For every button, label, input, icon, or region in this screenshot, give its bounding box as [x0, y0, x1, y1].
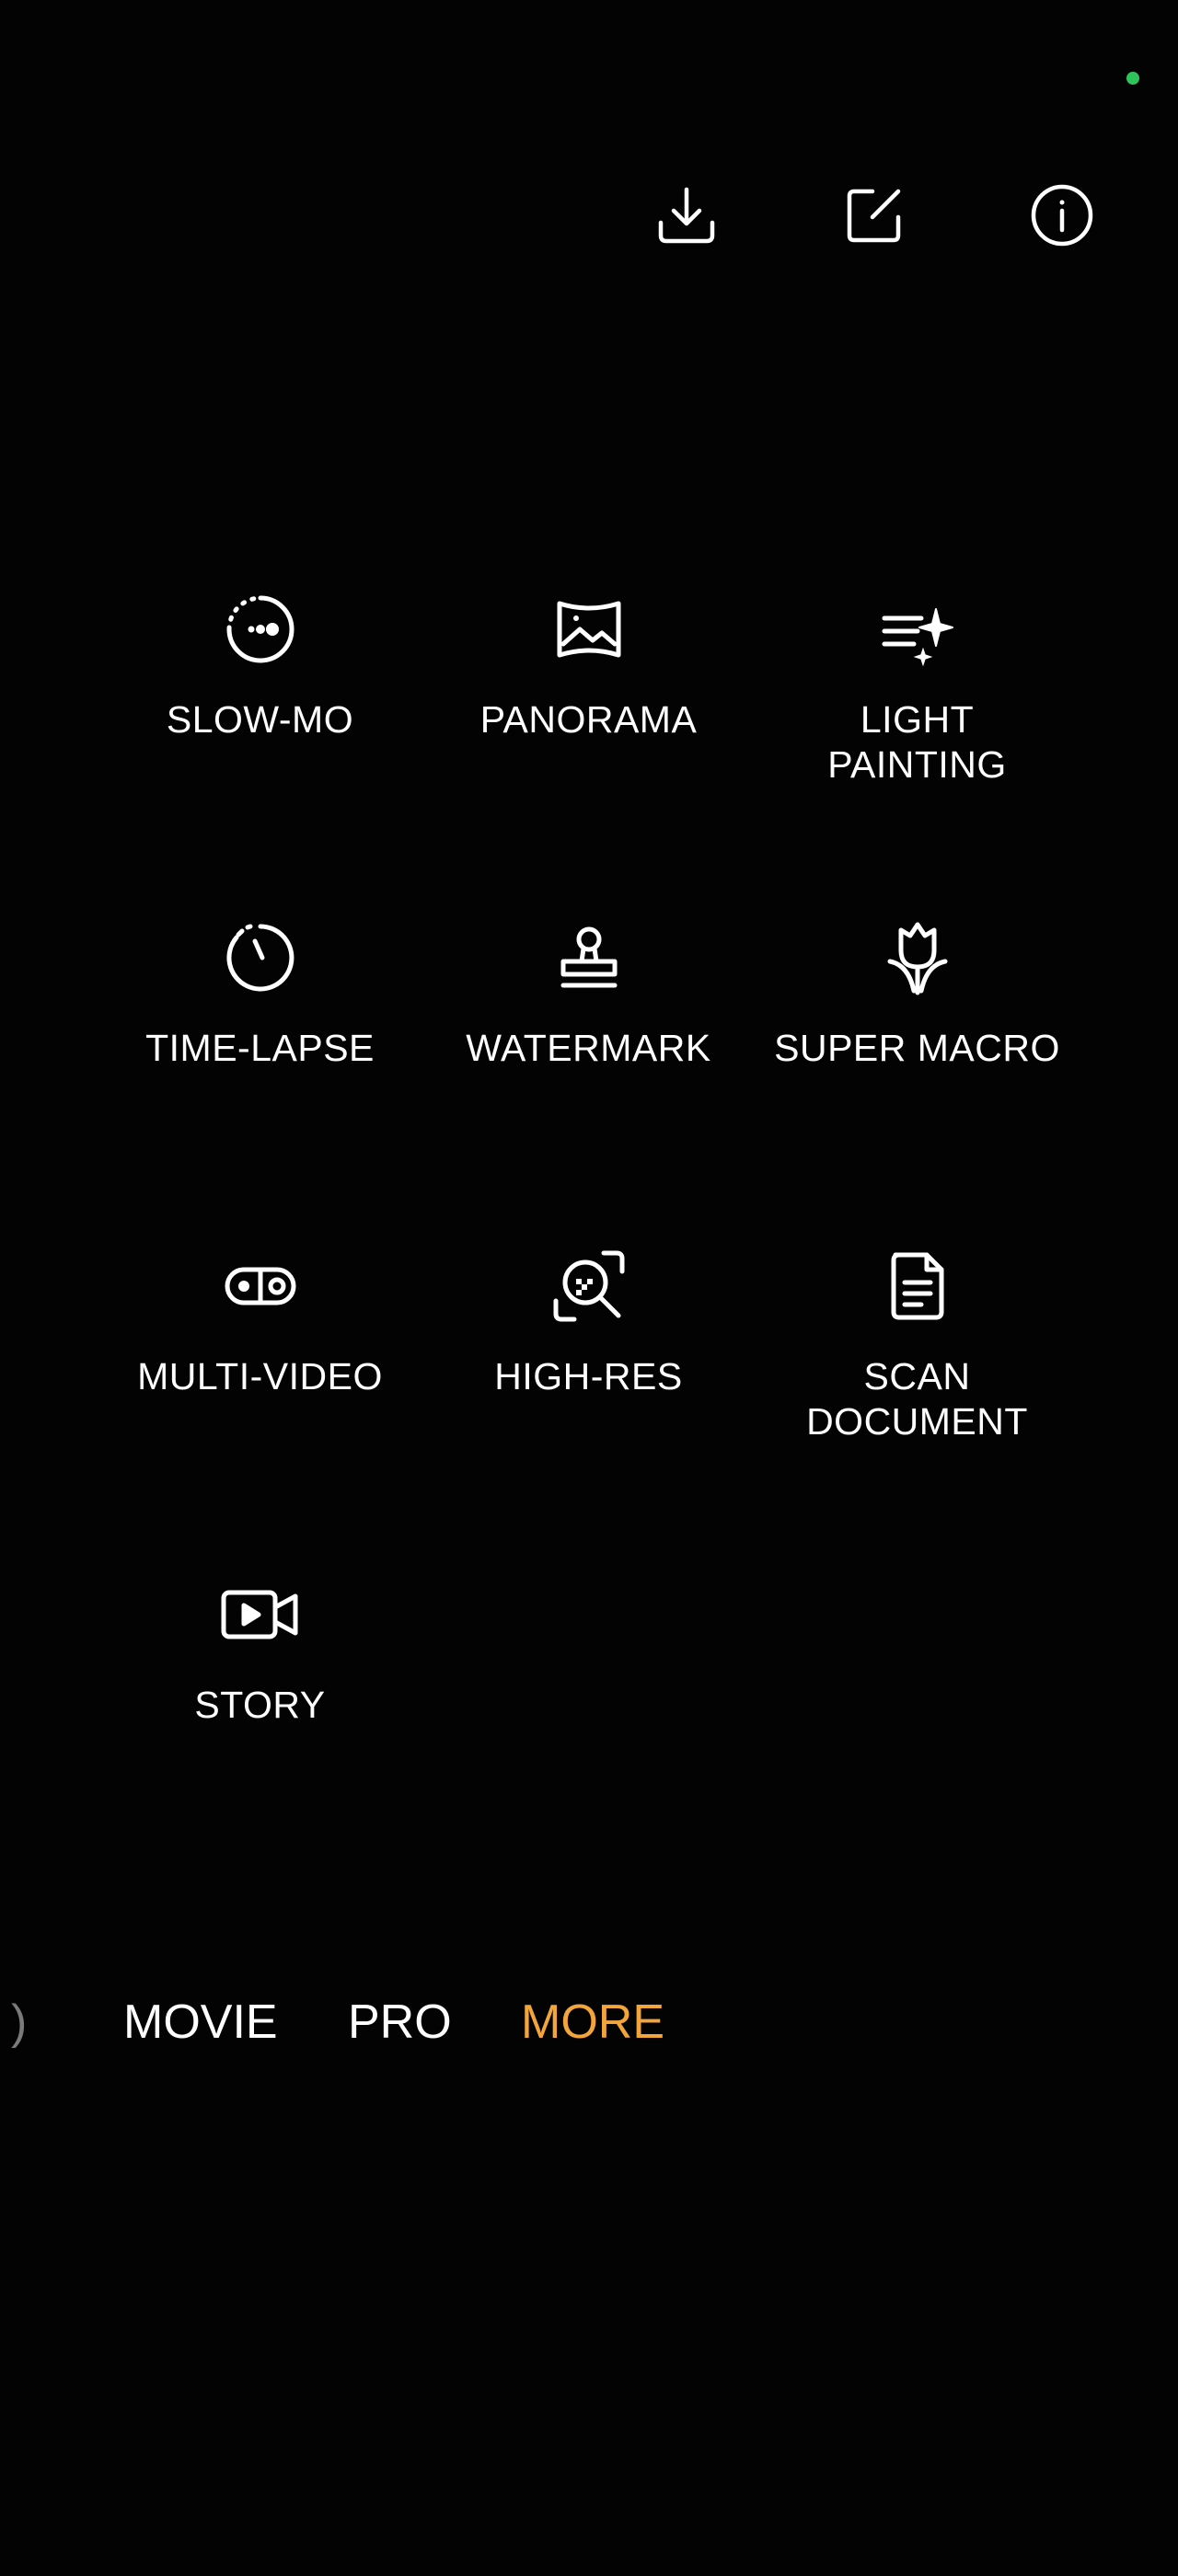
mode-tab-pro[interactable]: PRO	[348, 1995, 452, 2050]
info-icon	[1031, 184, 1093, 247]
story-icon	[220, 1574, 301, 1655]
mode-label: LIGHT PAINTING	[827, 698, 1007, 786]
mode-label: WATERMARK	[466, 1027, 711, 1069]
slow-mo-icon	[220, 589, 301, 670]
panorama-icon	[549, 589, 629, 670]
download-button[interactable]	[650, 178, 723, 252]
mode-label: SLOW-MO	[166, 698, 354, 741]
edit-icon	[847, 189, 901, 243]
high-res-icon	[549, 1246, 629, 1327]
mode-tab-previous-partial[interactable]: )	[11, 1995, 29, 2050]
mode-label: STORY	[194, 1684, 326, 1726]
scan-document-icon	[877, 1246, 958, 1327]
mode-label: TIME-LAPSE	[145, 1027, 375, 1069]
mode-scan-document[interactable]: SCAN DOCUMENT	[753, 1246, 1081, 1574]
mode-super-macro[interactable]: SUPER MACRO	[753, 917, 1081, 1246]
mode-label: HIGH-RES	[494, 1355, 683, 1397]
mode-watermark[interactable]: WATERMARK	[424, 917, 753, 1246]
mode-label: MULTI-VIDEO	[137, 1355, 383, 1397]
mode-label: SCAN DOCUMENT	[806, 1355, 1028, 1443]
mode-time-lapse[interactable]: TIME-LAPSE	[96, 917, 424, 1246]
mode-panorama[interactable]: PANORAMA	[424, 589, 753, 917]
mode-light-painting[interactable]: LIGHT PAINTING	[753, 589, 1081, 917]
info-button[interactable]	[1025, 178, 1099, 252]
modes-grid: SLOW-MO PANORAMA LIGHT PAINTING TIME-LAP…	[96, 589, 1082, 1903]
mode-high-res[interactable]: HIGH-RES	[424, 1246, 753, 1574]
super-macro-icon	[877, 917, 958, 998]
mode-label: PANORAMA	[479, 698, 698, 741]
mode-tab-more[interactable]: MORE	[521, 1995, 664, 2050]
camera-mode-bar: ) MOVIE PRO MORE	[0, 1995, 1178, 2053]
mode-story[interactable]: STORY	[96, 1574, 424, 1903]
multi-video-icon	[220, 1246, 301, 1327]
mode-label: SUPER MACRO	[774, 1027, 1060, 1069]
mode-tab-movie[interactable]: MOVIE	[123, 1995, 278, 2050]
edit-button[interactable]	[837, 178, 911, 252]
status-indicator-dot	[1126, 72, 1139, 85]
download-icon	[658, 187, 715, 244]
mode-slow-mo[interactable]: SLOW-MO	[96, 589, 424, 917]
mode-multi-video[interactable]: MULTI-VIDEO	[96, 1246, 424, 1574]
light-painting-icon	[877, 589, 958, 670]
time-lapse-icon	[220, 917, 301, 998]
watermark-icon	[549, 917, 629, 998]
